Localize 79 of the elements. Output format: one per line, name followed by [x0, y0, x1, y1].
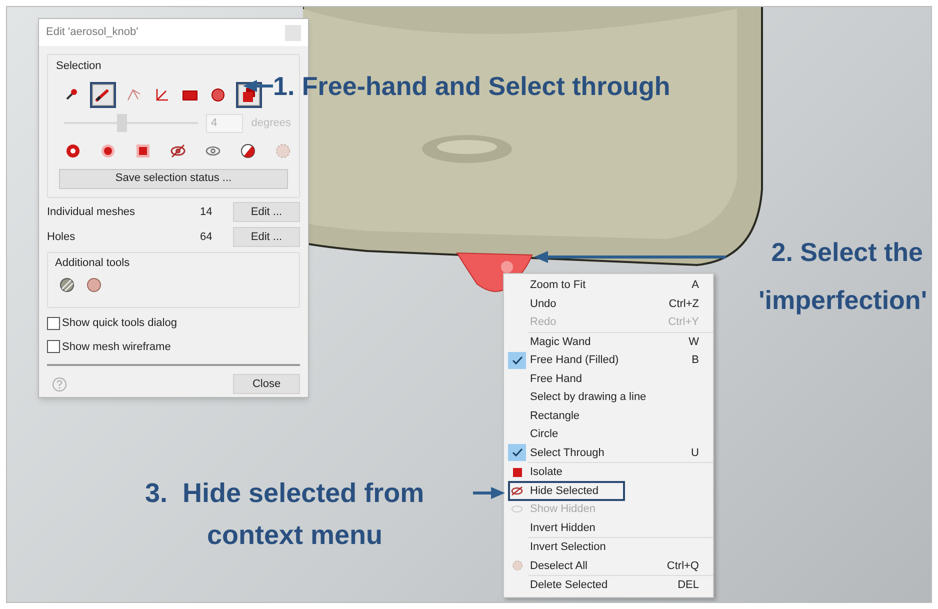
menu-item-label: Invert Selection: [530, 540, 606, 555]
stacked-squares-icon: [240, 86, 258, 104]
save-selection-button[interactable]: Save selection status ...: [59, 168, 288, 188]
menu-item[interactable]: Delete Selected DEL: [504, 576, 713, 594]
step-annotation: context menu: [207, 519, 383, 552]
check-icon: [508, 352, 526, 369]
shortcut-label: Ctrl+Z: [668, 296, 699, 312]
check-icon: [508, 444, 526, 462]
step-annotation: 2. Select the: [771, 236, 923, 269]
menu-item[interactable]: Select by drawing a line: [504, 388, 713, 406]
tool-button[interactable]: [90, 82, 116, 108]
menu-item-label: Select Through: [530, 446, 604, 460]
edit-button[interactable]: Edit ...: [233, 227, 300, 247]
checkbox-label: Show mesh wireframe: [62, 340, 171, 354]
checkbox[interactable]: [47, 340, 60, 354]
dot-button[interactable]: [100, 142, 116, 158]
checkbox-label: Show quick tools dialog: [62, 316, 177, 331]
checkbox[interactable]: [47, 316, 60, 330]
shortcut-label: W: [688, 334, 699, 350]
row-label: Holes: [47, 230, 76, 245]
menu-item-label: Isolate: [530, 465, 562, 480]
square-button[interactable]: [135, 142, 151, 158]
menu-item[interactable]: Free Hand (Filled) B: [504, 351, 713, 370]
menu-item[interactable]: Undo Ctrl+Z: [504, 294, 713, 313]
edit-button[interactable]: Edit ...: [233, 202, 300, 222]
menu-item-label: Redo: [530, 315, 556, 330]
menu-item-label: Select by drawing a line: [530, 390, 646, 405]
row-label: Individual meshes: [47, 204, 136, 220]
menu-item[interactable]: Invert Hidden: [504, 518, 713, 537]
menu-item-label: Circle: [530, 427, 558, 442]
menu-item-label: Magic Wand: [530, 334, 591, 350]
menu-item[interactable]: Invert Selection: [504, 538, 713, 556]
group-label: Selection: [56, 59, 102, 74]
menu-item-label: Undo: [530, 296, 556, 312]
callout-arrow: [473, 486, 505, 500]
step-annotation: 1. Free-hand and Select through: [273, 70, 670, 103]
step-annotation: 'imperfection': [758, 284, 927, 317]
dashed-circle-icon: [512, 560, 522, 572]
menu-item[interactable]: Zoom to Fit A: [504, 276, 713, 294]
step-annotation: 3. Hide selected from: [145, 477, 424, 510]
ring-button[interactable]: [65, 142, 81, 158]
shortcut-label: Ctrl+Y: [668, 315, 699, 330]
striped-circle-button[interactable]: [59, 277, 75, 293]
window-title: Edit 'aerosol_knob': [46, 25, 138, 40]
square-icon: [512, 468, 522, 477]
menu-item-label: Zoom to Fit: [530, 278, 586, 293]
menu-item[interactable]: Circle: [504, 425, 713, 444]
circle-tool-button[interactable]: [86, 277, 102, 293]
shortcut-label: A: [692, 278, 699, 293]
menu-item[interactable]: Hide Selected: [504, 482, 713, 500]
half-circle-button[interactable]: [240, 142, 256, 158]
menu-item-label: Invert Hidden: [530, 520, 596, 536]
close-button[interactable]: Close: [233, 374, 300, 394]
menu-item-label: Free Hand: [530, 372, 582, 386]
menu-item-label: Rectangle: [530, 408, 580, 424]
menu-item[interactable]: Rectangle: [504, 406, 713, 425]
shortcut-label: Ctrl+Q: [666, 558, 699, 574]
menu-item-label: Free Hand (Filled): [530, 353, 619, 368]
angle-slider[interactable]: [64, 114, 198, 132]
group-label: Additional tools: [55, 256, 131, 270]
menu-item-label: Delete Selected: [530, 578, 608, 593]
menu-item[interactable]: Free Hand: [504, 370, 713, 388]
menu-item[interactable]: Isolate: [504, 463, 713, 482]
shortcut-label: B: [692, 353, 699, 368]
count-label: 14: [200, 204, 214, 220]
callout-arrow: [243, 79, 273, 93]
menu-item[interactable]: Magic Wand W: [504, 332, 713, 351]
menu-item-label: Show Hidden: [530, 502, 596, 517]
circle-icon: [209, 86, 227, 104]
menu-item-label: Hide Selected: [530, 484, 598, 498]
eye-slash-icon: [511, 486, 523, 496]
eye-icon: [511, 505, 523, 514]
shortcut-label: U: [691, 446, 699, 460]
eye-slash-button[interactable]: [170, 142, 186, 158]
count-label: 64: [200, 230, 214, 245]
shortcut-label: DEL: [678, 578, 699, 593]
menu-item[interactable]: Deselect All Ctrl+Q: [504, 556, 713, 575]
menu-item[interactable]: Select Through U: [504, 444, 713, 462]
menu-item-label: Deselect All: [530, 558, 588, 574]
